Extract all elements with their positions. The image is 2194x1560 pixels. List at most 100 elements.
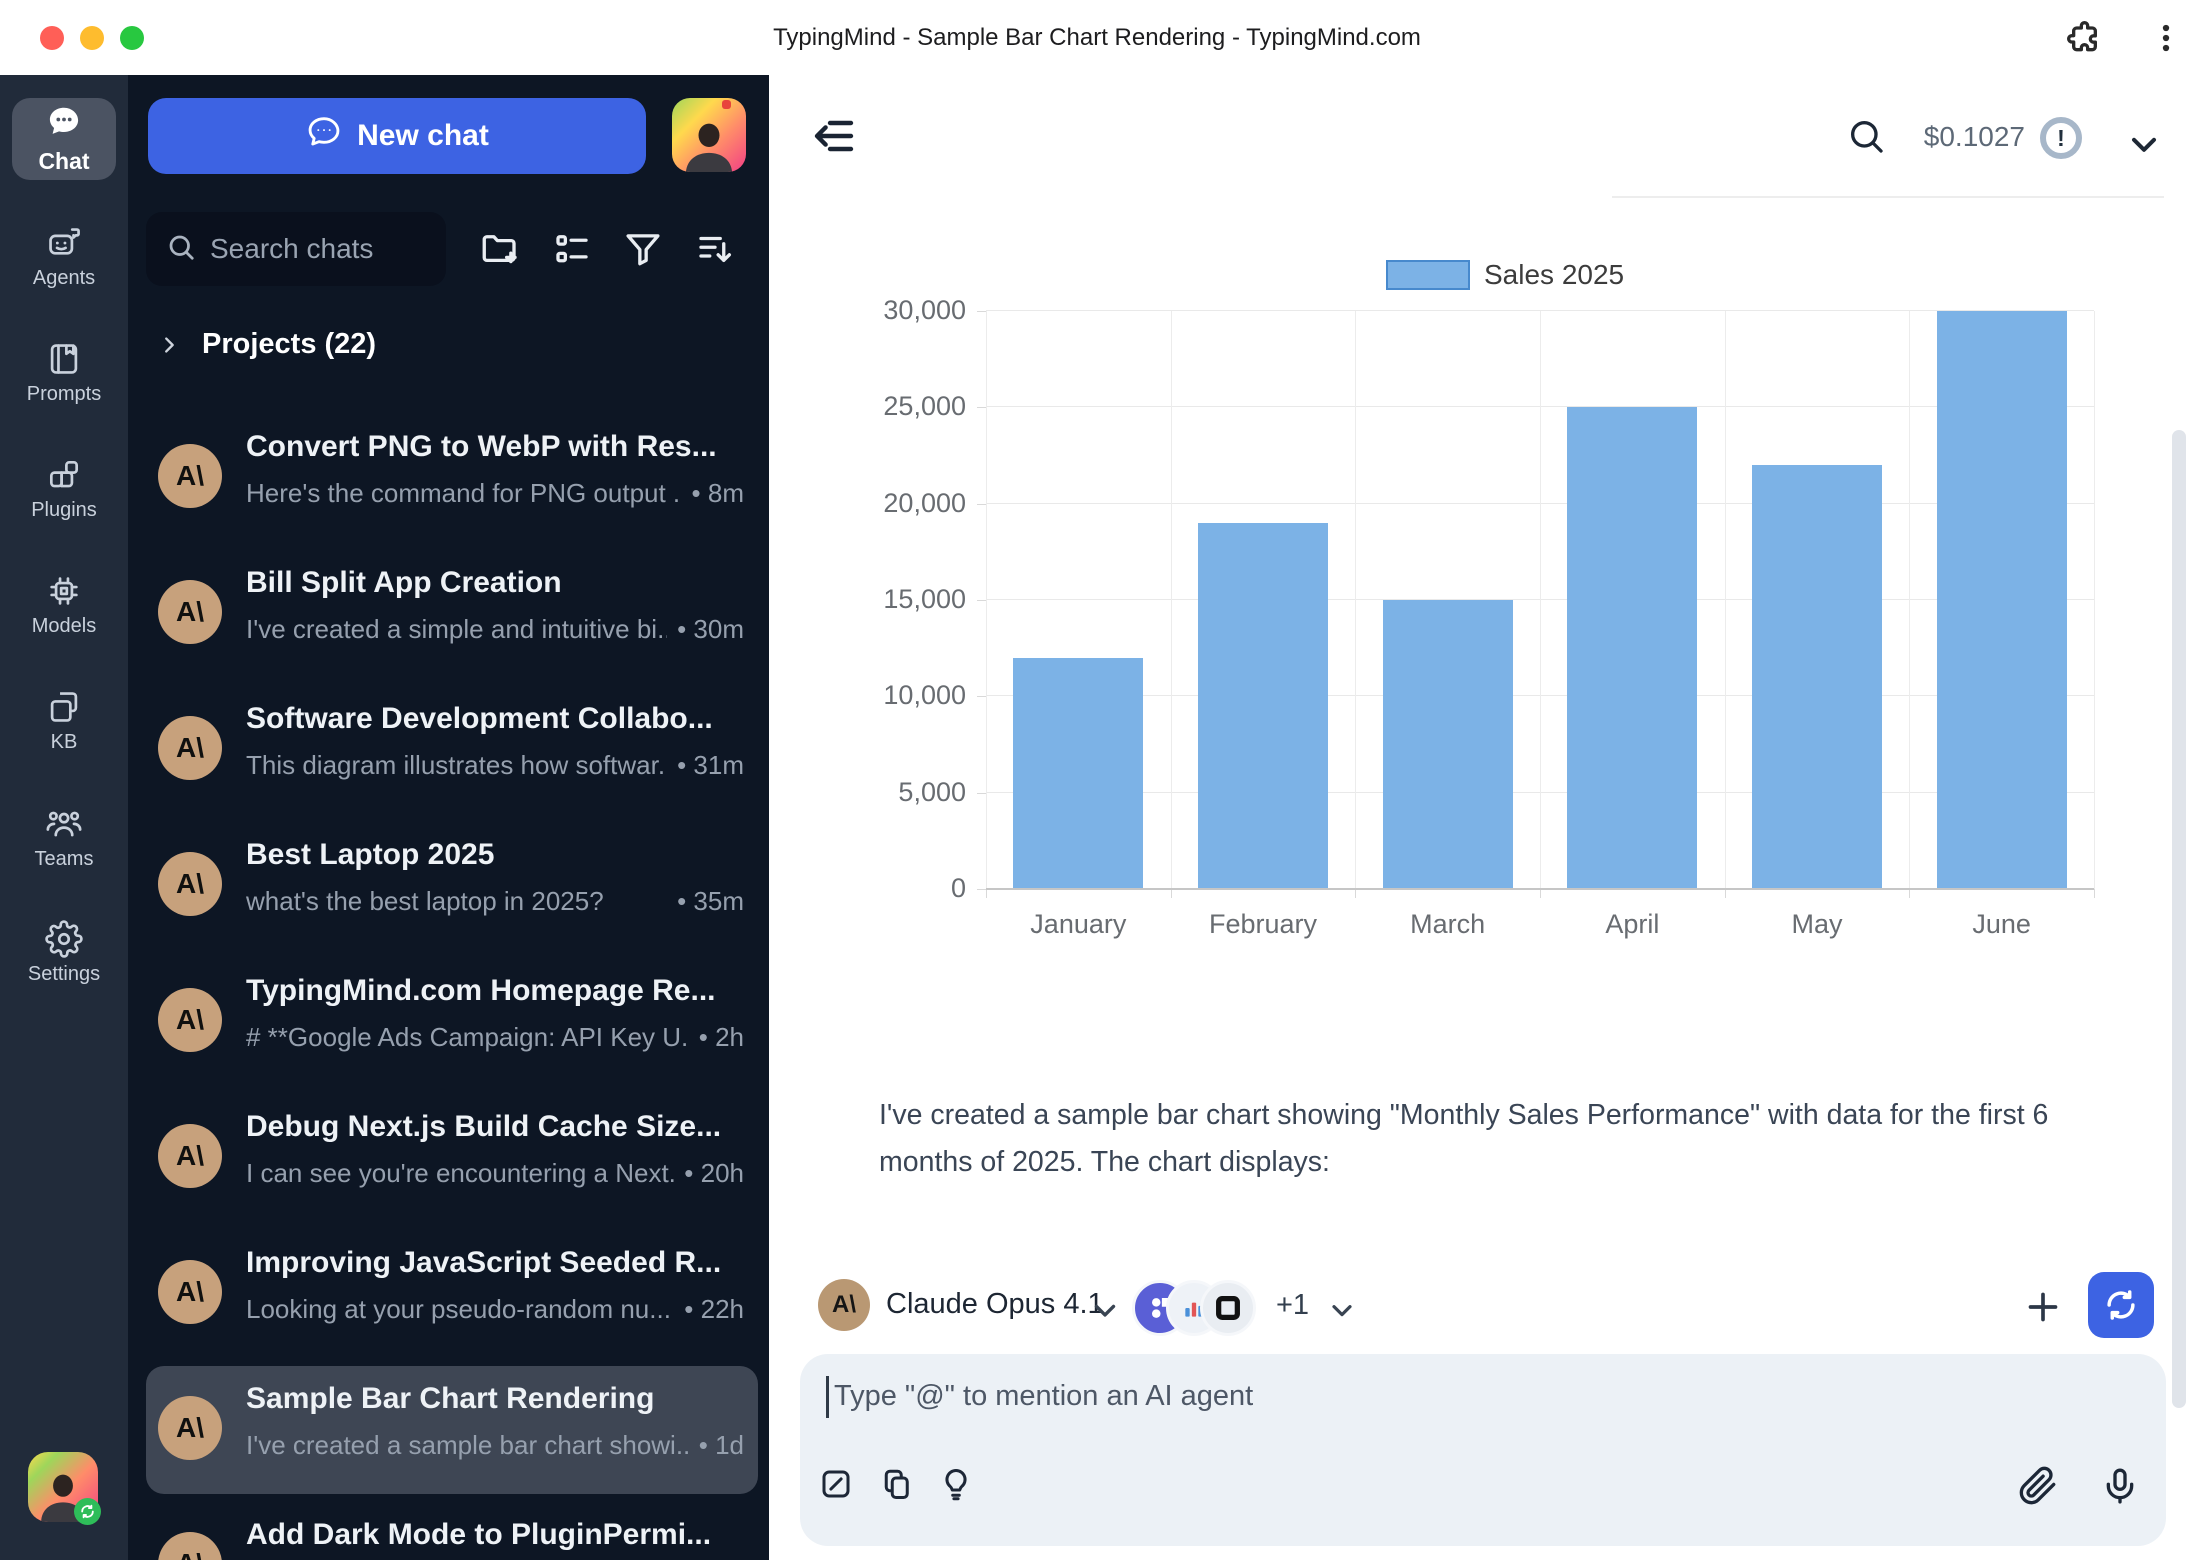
prompt-library-icon[interactable] <box>818 1466 854 1507</box>
header-chevron-down-icon[interactable] <box>2124 124 2164 169</box>
gridline-h <box>986 792 2094 793</box>
search-chats-input[interactable]: Search chats <box>146 212 446 286</box>
tick-mark-y <box>977 793 986 794</box>
tick-mark-y <box>977 407 986 408</box>
legend-swatch <box>1386 260 1470 290</box>
xtick-label: June <box>1910 909 2094 940</box>
xtick-label: February <box>1171 909 1355 940</box>
tick-mark-y <box>977 696 986 697</box>
anthropic-avatar: A\ <box>158 1396 222 1460</box>
tick-mark-x <box>1355 889 1356 898</box>
anthropic-avatar: A\ <box>158 444 222 508</box>
tick-mark-y <box>977 889 986 890</box>
microphone-icon[interactable] <box>2100 1466 2140 1511</box>
add-attachment-plus-icon[interactable] <box>2023 1287 2063 1332</box>
chart-bar <box>1383 600 1513 889</box>
plugins-more-count[interactable]: +1 <box>1276 1289 1309 1322</box>
sidebar-item-label: Plugins <box>31 499 97 522</box>
sort-icon[interactable] <box>694 228 736 270</box>
notebook-icon <box>45 340 83 378</box>
extensions-puzzle-icon[interactable] <box>2062 18 2102 63</box>
gridline-v <box>1171 311 1172 889</box>
plugins-chevron-down-icon[interactable] <box>1326 1294 1358 1331</box>
chat-bubble-icon <box>46 103 82 145</box>
new-folder-icon[interactable] <box>479 228 521 270</box>
account-avatar[interactable] <box>672 98 746 172</box>
chat-list-item[interactable]: A\ TypingMind.com Homepage Re... # **Goo… <box>146 958 758 1086</box>
ytick-label: 25,000 <box>816 391 966 422</box>
anthropic-avatar: A\ <box>158 988 222 1052</box>
ytick-label: 10,000 <box>816 680 966 711</box>
sidebar-item-prompts[interactable]: Prompts <box>0 340 128 406</box>
usage-cost[interactable]: $0.1027 <box>1900 121 2025 153</box>
tick-mark-x <box>1909 889 1910 898</box>
sidebar-item-chat[interactable]: Chat <box>12 98 116 180</box>
gear-icon <box>45 920 83 958</box>
gridline-v <box>1355 311 1356 889</box>
chart-legend[interactable]: Sales 2025 <box>1386 259 1624 291</box>
projects-label: Projects (22) <box>202 328 376 361</box>
sidebar-item-label: Teams <box>35 848 94 871</box>
notification-dot <box>722 100 731 109</box>
chat-list-item[interactable]: A\ Improving JavaScript Seeded R... Look… <box>146 1230 758 1358</box>
sidebar-item-label: Agents <box>33 267 95 290</box>
chart-bar <box>1198 523 1328 889</box>
cost-warning-icon[interactable]: ! <box>2040 117 2082 159</box>
plugin-icon-3[interactable] <box>1200 1280 1256 1336</box>
lightbulb-icon[interactable] <box>938 1466 974 1507</box>
paperclip-icon[interactable] <box>2018 1466 2058 1511</box>
browser-menu-kebab-icon[interactable] <box>2146 18 2186 63</box>
chat-list-item[interactable]: A\ Software Development Collabo... This … <box>146 686 758 814</box>
tick-mark-y <box>977 504 986 505</box>
new-chat-label: New chat <box>357 119 489 153</box>
text-cursor <box>826 1376 829 1418</box>
projects-section-toggle[interactable]: Projects (22) <box>158 328 376 361</box>
pages-copy-icon[interactable] <box>878 1466 914 1507</box>
ytick-label: 30,000 <box>816 295 966 326</box>
gridline-h <box>986 310 2094 311</box>
regenerate-button[interactable] <box>2088 1272 2154 1338</box>
chat-list-item-selected[interactable]: A\ Sample Bar Chart Rendering I've creat… <box>146 1366 758 1494</box>
model-selector[interactable]: Claude Opus 4.1 <box>886 1288 1104 1321</box>
model-chevron-down-icon[interactable] <box>1088 1293 1122 1332</box>
tick-mark-x <box>1725 889 1726 898</box>
sidebar-item-label: KB <box>51 731 78 754</box>
anthropic-avatar: A\ <box>158 1124 222 1188</box>
chat-list-item[interactable]: A\ Convert PNG to WebP with Res... Here'… <box>146 414 758 542</box>
titlebar: TypingMind - Sample Bar Chart Rendering … <box>0 0 2194 75</box>
tick-mark-x <box>2094 889 2095 898</box>
scrollbar-thumb[interactable] <box>2172 430 2186 1408</box>
collapse-sidebar-icon[interactable] <box>810 112 858 165</box>
nav-rail: Chat Agents Prompts Plugins Models <box>0 75 128 1560</box>
ytick-label: 15,000 <box>816 584 966 615</box>
gridline-v <box>986 311 987 889</box>
sidebar-item-models[interactable]: Models <box>0 572 128 638</box>
search-conversation-icon[interactable] <box>1846 116 1886 161</box>
window-title: TypingMind - Sample Bar Chart Rendering … <box>0 0 2194 75</box>
chat-list-item[interactable]: A\ Debug Next.js Build Cache Size... I c… <box>146 1094 758 1222</box>
bulk-select-list-icon[interactable] <box>551 228 593 270</box>
gridline-h <box>986 503 2094 504</box>
tick-mark-x <box>1171 889 1172 898</box>
filter-funnel-icon[interactable] <box>622 228 664 270</box>
legend-label: Sales 2025 <box>1484 259 1624 291</box>
sidebar-item-kb[interactable]: KB <box>0 688 128 754</box>
sidebar-item-plugins[interactable]: Plugins <box>0 456 128 522</box>
xtick-label: May <box>1725 909 1909 940</box>
sidebar-item-settings[interactable]: Settings <box>0 920 128 986</box>
message-input-card: Type "@" to mention an AI agent <box>800 1354 2166 1546</box>
xtick-label: January <box>986 909 1170 940</box>
chat-list-item[interactable]: A\ Best Laptop 2025 what's the best lapt… <box>146 822 758 950</box>
tick-mark-y <box>977 600 986 601</box>
ytick-label: 5,000 <box>816 777 966 808</box>
new-chat-button[interactable]: New chat <box>148 98 646 174</box>
chat-list-item[interactable]: A\ Add Dark Mode to PluginPermi... <box>146 1502 758 1560</box>
gridline-v <box>1909 311 1910 889</box>
chart-bar <box>1567 407 1697 889</box>
sidebar-item-teams[interactable]: Teams <box>0 805 128 871</box>
chat-list-item[interactable]: A\ Bill Split App Creation I've created … <box>146 550 758 678</box>
anthropic-avatar: A\ <box>158 580 222 644</box>
sidebar-item-agents[interactable]: Agents <box>0 224 128 290</box>
chat-list-panel: New chat Search chats Projects (22) <box>128 75 769 1560</box>
message-input[interactable]: Type "@" to mention an AI agent <box>834 1380 1253 1413</box>
